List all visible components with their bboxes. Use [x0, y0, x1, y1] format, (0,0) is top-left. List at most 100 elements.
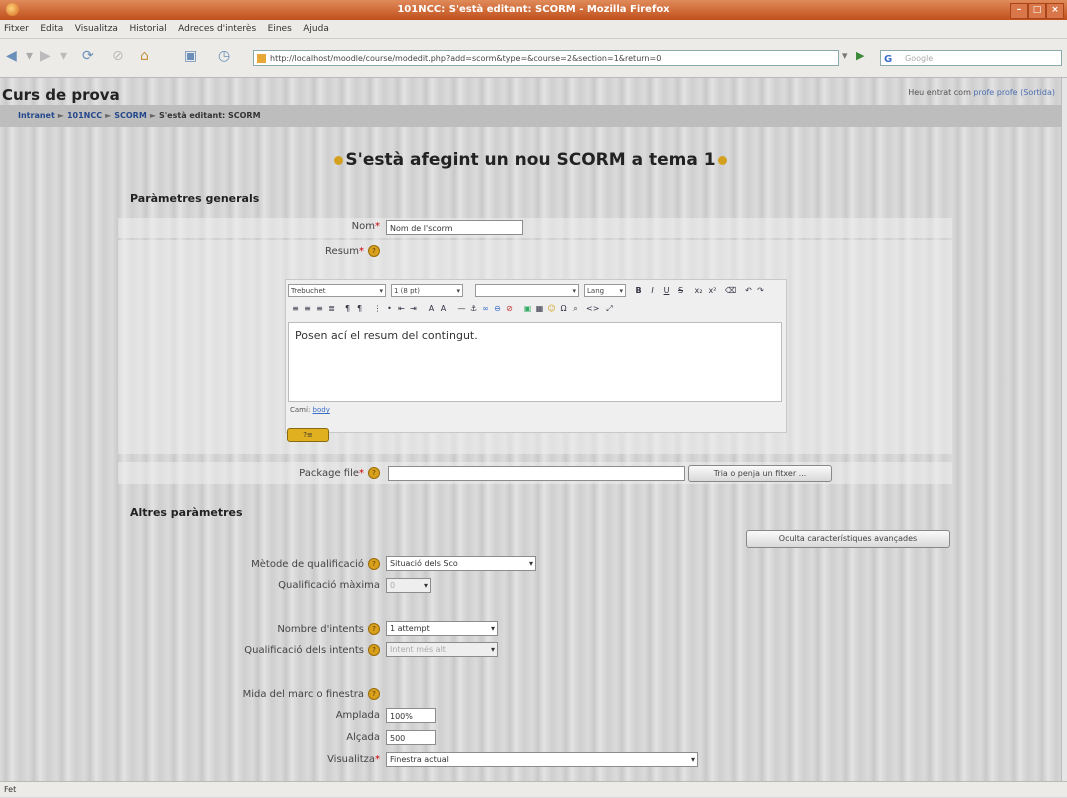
summary-editor-area[interactable]: Posen ací el resum del contingut. [288, 322, 782, 402]
menu-tools[interactable]: Eines [264, 20, 296, 38]
height-input[interactable]: 500 [386, 730, 436, 745]
size-select[interactable]: 1 (8 pt) ▾ [391, 284, 463, 297]
help-icon[interactable]: ? [368, 623, 380, 635]
search-replace-icon[interactable]: ⌕ [570, 303, 581, 314]
home-icon[interactable]: ⌂ [140, 48, 149, 64]
help-icon[interactable]: ? [368, 644, 380, 656]
url-dropdown-icon[interactable]: ▾ [842, 49, 848, 62]
menu-edit[interactable]: Edita [36, 20, 67, 38]
page-content: Curs de prova Heu entrat com profe profe… [0, 78, 1061, 781]
history-icon[interactable]: ◷ [218, 48, 230, 64]
size-value: 1 (8 pt) [394, 287, 421, 295]
undo-icon[interactable]: ↶ [743, 285, 754, 296]
redo-icon[interactable]: ↷ [755, 285, 766, 296]
help-icon[interactable] [717, 155, 727, 165]
attempts-select[interactable]: 1 attempt ▾ [386, 621, 498, 636]
align-center-icon[interactable]: ≡ [302, 303, 313, 314]
stop-icon[interactable]: ⊘ [112, 48, 124, 64]
unordered-list-icon[interactable]: • [384, 303, 395, 314]
help-icon[interactable]: ? [368, 467, 380, 479]
font-select[interactable]: Trebuchet ▾ [288, 284, 386, 297]
breadcrumb-scorm[interactable]: SCORM [114, 111, 147, 120]
advanced-toggle-button[interactable]: Oculta característiques avançades [746, 530, 950, 548]
format-select[interactable]: ▾ [475, 284, 579, 297]
site-title: Curs de prova [2, 86, 120, 104]
maximize-icon[interactable]: □ [1028, 3, 1046, 19]
page-heading-text: S'està afegint un nou SCORM a tema 1 [345, 150, 716, 170]
path-body-link[interactable]: body [313, 406, 330, 414]
rtl-icon[interactable]: ¶ [354, 303, 365, 314]
breadcrumb: Intranet ► 101NCC ► SCORM ► S'està editant: SC… [0, 105, 1061, 127]
path-label: Camí: [290, 406, 311, 414]
grading-method-label: Mètode de qualificació? [180, 558, 380, 570]
clean-icon[interactable]: ⌫ [725, 285, 736, 296]
bg-color-icon[interactable]: A [438, 303, 449, 314]
help-icon[interactable]: ? [368, 245, 380, 257]
attempts-grading-value: Intent més alt [390, 645, 446, 654]
special-char-icon[interactable]: Ω [558, 303, 569, 314]
subscript-icon[interactable]: x₂ [693, 285, 704, 296]
reload-icon[interactable]: ⟳ [82, 48, 94, 64]
hr-icon[interactable]: — [456, 303, 467, 314]
table-icon[interactable]: ▦ [534, 303, 545, 314]
ordered-list-icon[interactable]: ⋮ [372, 303, 383, 314]
menu-help[interactable]: Ajuda [299, 20, 333, 38]
forward-icon[interactable]: ▶ [40, 48, 51, 64]
image-icon[interactable]: ▣ [522, 303, 533, 314]
unlink-icon[interactable]: ⊖ [492, 303, 503, 314]
align-right-icon[interactable]: ≡ [314, 303, 325, 314]
text-color-icon[interactable]: A [426, 303, 437, 314]
indent-icon[interactable]: ⇥ [408, 303, 419, 314]
help-icon[interactable]: ? [368, 558, 380, 570]
italic-icon[interactable]: I [647, 285, 658, 296]
frame-size-text: Mida del marc o finestra [242, 689, 364, 700]
nolink-icon[interactable]: ⊘ [504, 303, 515, 314]
display-select[interactable]: Finestra actual ▾ [386, 752, 698, 767]
menu-history[interactable]: Historial [125, 20, 170, 38]
smiley-icon[interactable]: ☺ [546, 303, 557, 314]
breadcrumb-course[interactable]: 101NCC [67, 111, 102, 120]
lang-select[interactable]: Lang ▾ [584, 284, 626, 297]
width-input[interactable]: 100% [386, 708, 436, 723]
max-grade-select[interactable]: 0 ▾ [386, 578, 431, 593]
display-label: Visualitza* [327, 754, 380, 765]
minimize-icon[interactable]: – [1010, 3, 1028, 19]
justify-icon[interactable]: ≣ [326, 303, 337, 314]
back-icon[interactable]: ◀ [6, 48, 17, 64]
package-label-text: Package file [299, 468, 359, 479]
forward-dropdown-icon[interactable]: ▾ [60, 48, 67, 64]
help-icon[interactable]: ? [368, 688, 380, 700]
bold-icon[interactable]: B [633, 285, 644, 296]
name-input[interactable]: Nom de l'scorm [386, 220, 523, 235]
package-input[interactable] [388, 466, 685, 481]
menu-bookmarks[interactable]: Adreces d'interès [174, 20, 260, 38]
back-dropdown-icon[interactable]: ▾ [26, 48, 33, 64]
go-icon[interactable]: ▶ [856, 49, 864, 62]
attempts-grading-select[interactable]: Intent més alt ▾ [386, 642, 498, 657]
vertical-scrollbar[interactable] [1061, 78, 1067, 781]
strikethrough-icon[interactable]: S [675, 285, 686, 296]
anchor-icon[interactable]: ⚓ [468, 303, 479, 314]
link-icon[interactable]: ∞ [480, 303, 491, 314]
general-legend: Paràmetres generals [130, 192, 260, 205]
ltr-icon[interactable]: ¶ [342, 303, 353, 314]
logout-link[interactable]: (Sortida) [1020, 88, 1055, 97]
html-source-icon[interactable]: <> [586, 303, 599, 314]
editor-help-icon[interactable]: ?≡ [287, 428, 329, 442]
align-left-icon[interactable]: ≡ [290, 303, 301, 314]
underline-icon[interactable]: U [661, 285, 672, 296]
menu-file[interactable]: Fitxer [0, 20, 33, 38]
close-icon[interactable]: × [1046, 3, 1064, 19]
breadcrumb-intranet[interactable]: Intranet [18, 111, 55, 120]
grading-method-select[interactable]: Situació dels Sco ▾ [386, 556, 536, 571]
outdent-icon[interactable]: ⇤ [396, 303, 407, 314]
menu-view[interactable]: Visualitza [71, 20, 122, 38]
url-bar[interactable]: http://localhost/moodle/course/modedit.p… [253, 50, 839, 66]
login-user-link[interactable]: profe profe [973, 88, 1017, 97]
fullscreen-icon[interactable]: ⤢ [604, 303, 615, 314]
page-heading: S'està afegint un nou SCORM a tema 1 [0, 150, 1061, 170]
search-bar[interactable]: G Google [880, 50, 1062, 66]
superscript-icon[interactable]: x² [707, 285, 718, 296]
choose-file-button[interactable]: Tria o penja un fitxer ... [688, 465, 832, 482]
bookmarks-icon[interactable]: ▣ [184, 48, 197, 64]
